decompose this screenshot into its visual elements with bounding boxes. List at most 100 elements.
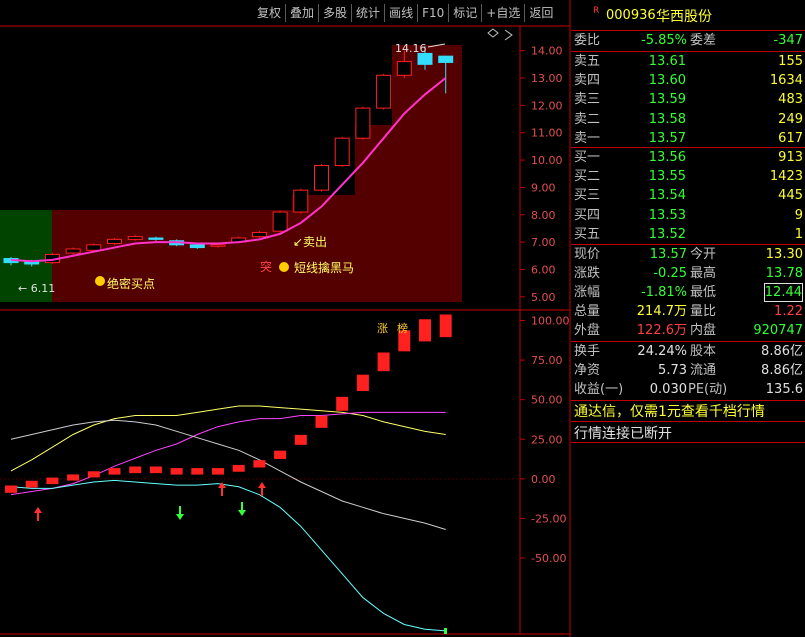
- change-label: 涨跌: [574, 266, 601, 281]
- y-tick-label: 9.00: [531, 181, 556, 194]
- mark-button[interactable]: 标记: [448, 4, 481, 22]
- order-ratio-label: 委比: [574, 33, 601, 48]
- bid-row[interactable]: 买一 13.56 913: [571, 148, 805, 167]
- y-tick-label: 25.00: [531, 433, 563, 446]
- order-diff-value: -347: [773, 33, 803, 48]
- bid-price: 13.54: [648, 188, 686, 204]
- indicator-bar: [25, 480, 38, 488]
- indicator-bar: [377, 352, 390, 372]
- bid-price: 13.53: [648, 207, 686, 223]
- smiley-icon: [95, 276, 105, 286]
- ask-volume: 1634: [769, 73, 803, 89]
- bid-level-label: 买一: [574, 150, 601, 165]
- y-tick-label: 50.00: [531, 394, 563, 407]
- ask-row[interactable]: 卖三 13.59 483: [571, 90, 805, 109]
- bid-volume: 1423: [769, 169, 803, 185]
- float-label: 流通: [690, 363, 717, 378]
- candle-body: [314, 165, 329, 191]
- f10-button[interactable]: F10: [417, 4, 448, 22]
- ask-row[interactable]: 卖五 13.61 155: [571, 52, 805, 71]
- bid-volume: 9: [794, 207, 803, 223]
- y-tick-label: 75.00: [531, 354, 563, 367]
- cursor-marker: [444, 628, 447, 634]
- indicator-bar: [5, 485, 17, 493]
- ask-level-label: 卖五: [574, 54, 601, 69]
- draw-line-button[interactable]: 画线: [384, 4, 417, 22]
- divider: [571, 421, 805, 422]
- statistics-button[interactable]: 统计: [351, 4, 384, 22]
- fund-row: 换手 24.24% 股本 8.86亿: [571, 342, 805, 361]
- ask-level-label: 卖四: [574, 73, 601, 89]
- y-tick-label: 6.00: [531, 263, 556, 276]
- indicator-bar: [212, 468, 224, 475]
- multi-stock-button[interactable]: 多股: [318, 4, 351, 22]
- change-value: -0.25: [653, 266, 687, 281]
- candle-body: [65, 248, 81, 254]
- current-price-label: 现价: [574, 247, 601, 262]
- overlay-button[interactable]: 叠加: [285, 4, 318, 22]
- y-tick-label: 10.00: [531, 154, 563, 167]
- eps-label: 收益(一): [574, 382, 624, 397]
- y-tick-label: -25.00: [531, 512, 566, 525]
- bid-row[interactable]: 买五 13.52 1: [571, 225, 805, 244]
- high-label: 最高: [690, 266, 717, 281]
- bid-row[interactable]: 买四 13.53 9: [571, 206, 805, 225]
- money-bag-icon: [279, 262, 289, 272]
- order-ratio-value: -5.85%: [641, 33, 687, 48]
- current-price-value: 13.57: [649, 247, 687, 262]
- indicator-bar: [67, 474, 80, 481]
- indicator-bar: [46, 477, 59, 485]
- capital-value: 8.86亿: [761, 344, 803, 359]
- net-assets-value: 5.73: [658, 363, 687, 378]
- candle-body: [396, 61, 412, 76]
- bid-level-label: 买四: [574, 207, 601, 223]
- pe-label: PE(动): [688, 382, 728, 397]
- low-value: 12.44: [763, 283, 803, 302]
- indicator-bar: [439, 314, 452, 338]
- y-tick-label: 8.00: [531, 209, 556, 222]
- sell-signal-label: ↙卖出: [293, 235, 327, 249]
- ask-row[interactable]: 卖四 13.60 1634: [571, 71, 805, 90]
- open-label: 今开: [690, 247, 717, 262]
- eps-value: 0.030: [649, 382, 687, 397]
- ask-level-label: 卖三: [574, 92, 601, 108]
- promo-notice[interactable]: 通达信，仅需1元查看千档行情: [574, 401, 765, 421]
- candle-body: [293, 189, 309, 213]
- outer-volume-value: 122.6万: [636, 323, 687, 338]
- indicator-bar: [419, 319, 431, 342]
- fund-row: 净资 5.73 流通 8.86亿: [571, 361, 805, 380]
- ask-row[interactable]: 卖二 13.58 249: [571, 110, 805, 129]
- candle-body: [272, 211, 288, 232]
- indicator-bar: [253, 460, 266, 468]
- add-watchlist-button[interactable]: +自选: [481, 4, 524, 22]
- red-zone: [355, 125, 462, 195]
- ask-row[interactable]: 卖一 13.57 617: [571, 129, 805, 148]
- dark-horse-label: 短线擒黑马: [294, 260, 354, 275]
- bid-price: 13.56: [648, 150, 686, 165]
- bid-level-label: 买二: [574, 169, 601, 185]
- candle-body: [417, 52, 433, 65]
- bid-row[interactable]: 买二 13.55 1423: [571, 167, 805, 186]
- chart-toolbar: 复权 叠加 多股 统计 画线 F10 标记 +自选 返回: [253, 4, 557, 22]
- volume-ratio-value: 1.22: [774, 304, 803, 319]
- candle-body: [127, 236, 143, 240]
- volume-value: 214.7万: [636, 304, 687, 319]
- bid-row[interactable]: 买三 13.54 445: [571, 186, 805, 205]
- y-tick-label: 7.00: [531, 236, 556, 249]
- quote-row: 涨跌 -0.25 最高 13.78: [571, 264, 805, 283]
- y-tick-label: 5.00: [531, 291, 556, 304]
- indicator-bar: [87, 471, 100, 478]
- stock-name: 华西股份: [656, 9, 712, 25]
- pe-value: 135.6: [765, 382, 803, 397]
- candle-body: [189, 244, 205, 249]
- volume-label: 总量: [574, 304, 601, 319]
- order-diff-label: 委差: [690, 33, 717, 48]
- y-tick-label: 13.00: [531, 72, 563, 85]
- restore-rights-button[interactable]: 复权: [253, 4, 285, 22]
- candle-body: [334, 137, 350, 167]
- inner-volume-label: 内盘: [690, 323, 717, 338]
- indicator-bar: [170, 468, 183, 475]
- divider: [571, 442, 805, 443]
- breakout-label: 突: [260, 259, 272, 274]
- back-button[interactable]: 返回: [524, 4, 557, 22]
